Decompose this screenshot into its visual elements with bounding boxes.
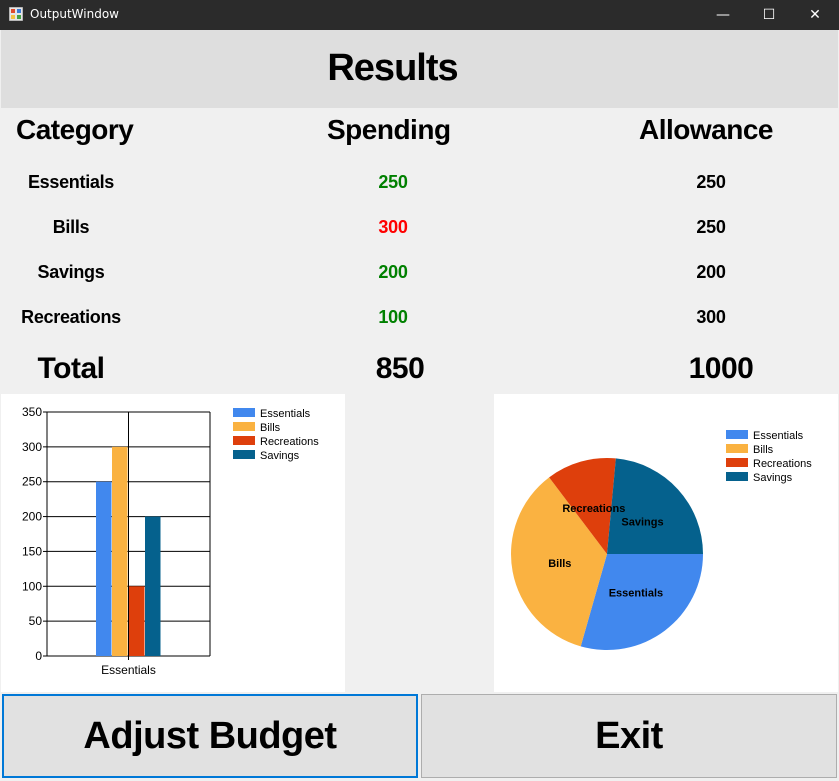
total-label: Total: [37, 352, 105, 385]
y-tick-label: 0: [35, 649, 42, 663]
legend-label: Savings: [753, 472, 793, 484]
legend-swatch: [233, 450, 255, 459]
legend-label: Essentials: [260, 408, 311, 420]
legend-label: Recreations: [753, 458, 812, 470]
row-allowance-essentials: 250: [696, 172, 726, 192]
bar-chart-panel: 0 50 100 150 200 250 300 350 Essentials Essential…: [1, 394, 345, 692]
window-content: Results Category Spending Allowance Esse…: [1, 30, 838, 780]
row-allowance-recreations: 300: [696, 307, 726, 327]
allowance-header: Allowance: [639, 114, 773, 145]
total-spending: 850: [375, 352, 425, 385]
window-title: OutputWindow: [30, 7, 119, 21]
row-allowance-bills: 250: [696, 217, 726, 237]
legend-label: Recreations: [260, 436, 319, 448]
legend-swatch: [233, 408, 255, 417]
legend-swatch: [726, 472, 748, 481]
title-bar: OutputWindow — ☐ ✕: [0, 0, 839, 30]
y-tick-label: 150: [22, 544, 42, 558]
spending-header: Spending: [327, 114, 451, 145]
pie-label: Bills: [548, 558, 571, 570]
pie-chart: Essentials Bills Recreations Savings Essenti…: [511, 430, 812, 650]
y-tick-label: 100: [22, 579, 42, 593]
legend-label: Bills: [753, 444, 774, 456]
y-tick-label: 50: [29, 614, 43, 628]
y-tick-label: 300: [22, 440, 42, 454]
pie-label: Savings: [621, 517, 663, 529]
results-title: Results: [327, 47, 458, 89]
pie-chart-panel: Essentials Bills Recreations Savings Essenti…: [494, 394, 838, 692]
y-tick-label: 200: [22, 510, 42, 524]
y-tick-label: 250: [22, 475, 42, 489]
row-spending-essentials: 250: [378, 172, 408, 192]
bar-bills: [112, 446, 128, 656]
row-label-essentials: Essentials: [27, 172, 115, 192]
exit-button[interactable]: Exit: [421, 694, 837, 778]
legend-swatch: [233, 422, 255, 431]
y-tick-label: 350: [22, 405, 42, 419]
legend-swatch: [726, 458, 748, 467]
app-icon: [9, 7, 23, 21]
row-spending-recreations: 100: [378, 307, 408, 327]
category-header: Category: [16, 114, 134, 145]
legend-label: Bills: [260, 422, 281, 434]
legend-label: Savings: [260, 450, 300, 462]
results-banner: Results: [1, 30, 838, 108]
legend-swatch: [726, 444, 748, 453]
close-button[interactable]: ✕: [792, 0, 838, 30]
x-tick-label: Essentials: [101, 663, 156, 677]
legend-swatch: [233, 436, 255, 445]
minimize-button[interactable]: —: [700, 0, 746, 30]
adjust-budget-button[interactable]: Adjust Budget: [2, 694, 418, 778]
pie-label: Essentials: [609, 587, 663, 599]
bar-savings: [145, 516, 161, 656]
maximize-button[interactable]: ☐: [746, 0, 792, 30]
row-allowance-savings: 200: [696, 262, 726, 282]
bar-recreations: [129, 586, 145, 656]
total-allowance: 1000: [688, 352, 754, 385]
row-label-recreations: Recreations: [21, 307, 121, 327]
row-label-bills: Bills: [52, 217, 90, 237]
legend-swatch: [726, 430, 748, 439]
bar-essentials: [96, 481, 112, 656]
bar-chart: 0 50 100 150 200 250 300 350 Essentials Essential…: [22, 405, 319, 677]
row-spending-bills: 300: [378, 217, 408, 237]
row-spending-savings: 200: [378, 262, 408, 282]
pie-label: Recreations: [562, 503, 625, 515]
row-label-savings: Savings: [37, 262, 105, 282]
legend-label: Essentials: [753, 430, 804, 442]
